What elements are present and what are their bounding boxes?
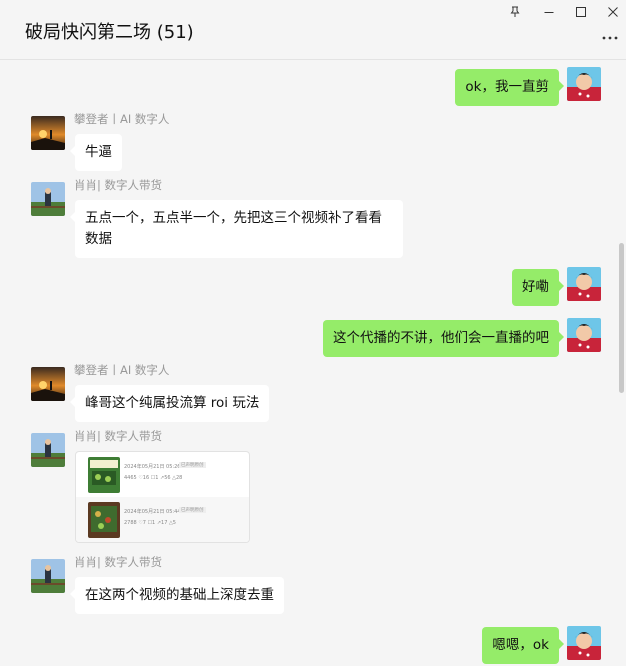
avatar[interactable]	[567, 318, 601, 352]
avatar[interactable]	[567, 67, 601, 101]
video-tag: 已声明原创	[179, 507, 206, 513]
sender-name: 攀登者丨AI 数字人	[74, 363, 170, 377]
video-item[interactable]: 2024年05月21日 05:44 已声明原创 2788 ♡7 ☐1 ↗17 △…	[76, 497, 249, 542]
video-stats: 4465 ♡16 ☐1 ↗56 △28	[124, 475, 183, 481]
sender-name: 攀登者丨AI 数字人	[74, 112, 170, 126]
pin-icon[interactable]	[505, 2, 525, 22]
message-line: 数据	[85, 231, 112, 247]
video-stats: 2788 ♡7 ☐1 ↗17 △5	[124, 520, 176, 526]
video-time: 2024年05月21日 05:44	[124, 509, 181, 515]
message-bubble[interactable]: 好嘞	[512, 269, 564, 306]
avatar[interactable]	[31, 433, 65, 467]
title-bar: 破局快闪第二场 (51)	[0, 0, 626, 60]
sender-name: 肖肖| 数字人带货	[74, 178, 163, 192]
message-bubble[interactable]: 峰哥这个纯属投流算 roi 玩法	[69, 385, 270, 422]
maximize-icon[interactable]	[571, 2, 591, 22]
message-bubble[interactable]: 五点一个，五点半一个，先把这三个视频补了看看 数据	[70, 200, 403, 258]
message-bubble[interactable]: 牛逼	[70, 134, 122, 171]
video-tag: 已声明原创	[179, 462, 206, 468]
chat-title: 破局快闪第二场 (51)	[25, 22, 194, 43]
avatar[interactable]	[31, 367, 65, 401]
minimize-icon[interactable]	[539, 2, 559, 22]
close-icon[interactable]	[603, 2, 623, 22]
video-time: 2024年05月21日 05:26	[124, 464, 181, 470]
message-bubble[interactable]: 这个代播的不讲，他们会一直播的吧	[323, 320, 564, 357]
video-card[interactable]: 2024年05月21日 05:26 已声明原创 4465 ♡16 ☐1 ↗56 …	[75, 451, 250, 543]
video-thumbnail[interactable]	[88, 502, 120, 538]
message-line: 五点一个，五点半一个，先把这三个视频补了看看	[85, 210, 382, 226]
scrollbar[interactable]	[619, 243, 624, 393]
avatar[interactable]	[567, 267, 601, 301]
message-bubble[interactable]: ok，我一直剪	[455, 69, 564, 106]
chat-area[interactable]: ok，我一直剪 攀登者丨AI 数字人 牛逼 肖肖| 数字人带货 五点一个，五点半…	[0, 60, 626, 666]
video-thumbnail[interactable]	[88, 457, 120, 493]
avatar[interactable]	[31, 182, 65, 216]
sender-name: 肖肖| 数字人带货	[74, 429, 163, 443]
more-icon[interactable]	[600, 28, 620, 48]
avatar[interactable]	[31, 116, 65, 150]
video-item[interactable]: 2024年05月21日 05:26 已声明原创 4465 ♡16 ☐1 ↗56 …	[76, 452, 249, 497]
